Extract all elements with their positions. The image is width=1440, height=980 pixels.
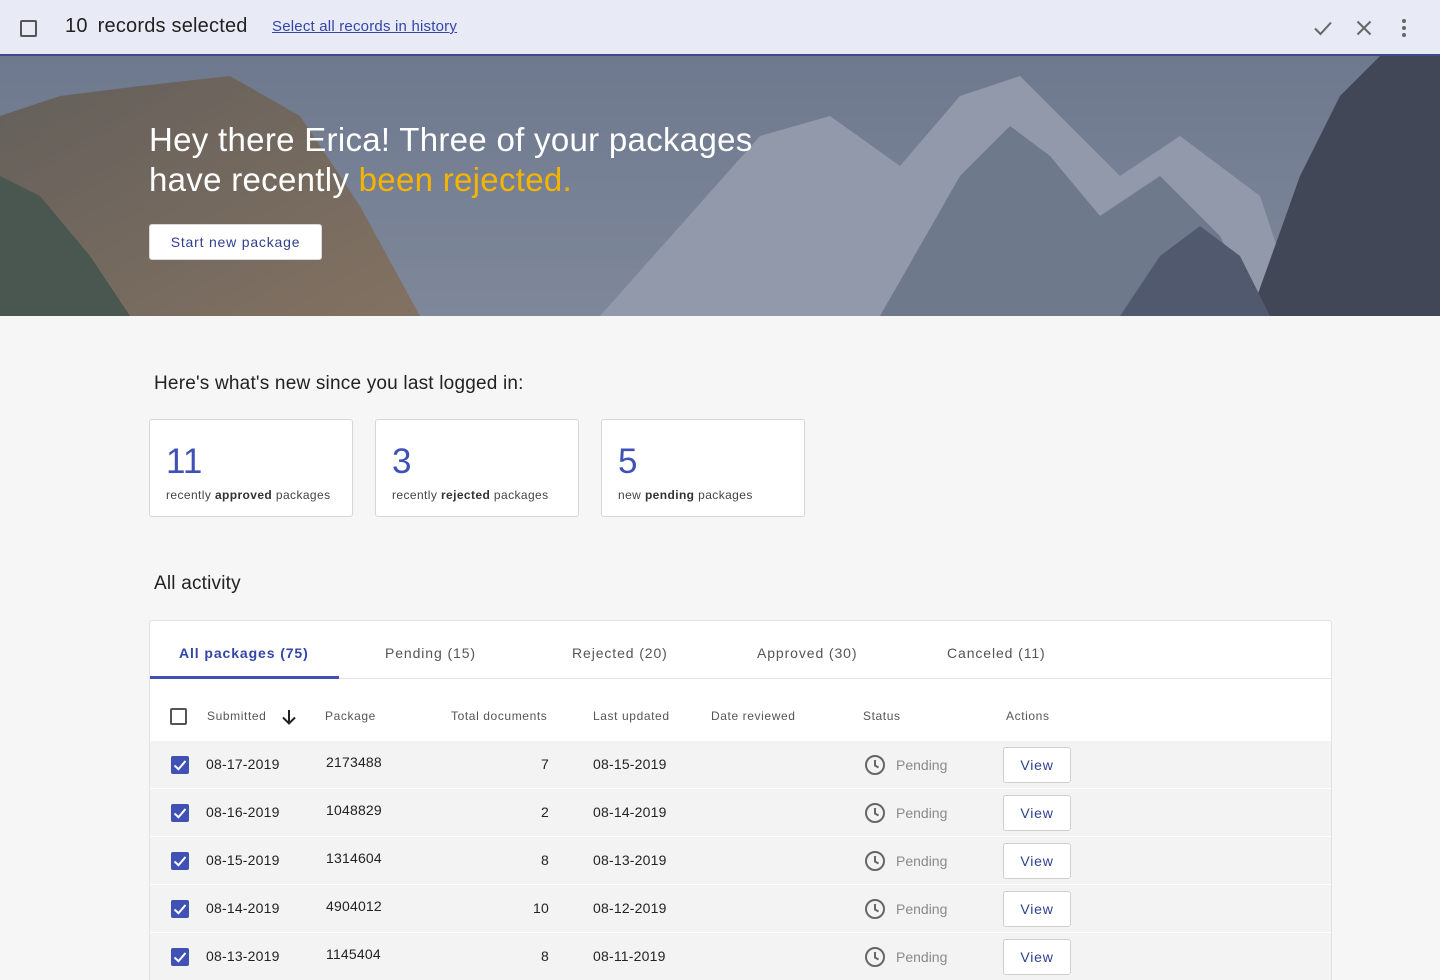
clock-icon [865, 755, 885, 775]
stat-value: 5 [618, 442, 638, 481]
last-updated-cell: 08-12-2019 [593, 900, 667, 916]
stat-card-pending: 5 new pending packages [601, 419, 805, 517]
status-text: Pending [896, 901, 948, 917]
view-button[interactable]: View [1003, 939, 1071, 975]
hero-headline-accent: been rejected. [358, 161, 573, 198]
active-tab-indicator [150, 676, 339, 679]
row-checkbox[interactable] [171, 948, 189, 966]
column-header-total-documents: Total documents [451, 709, 548, 723]
total-documents-cell: 8 [541, 948, 549, 964]
stat-label: new pending packages [618, 488, 753, 502]
tab-approved[interactable]: Approved (30) [757, 645, 857, 661]
package-cell: 1314604 [326, 850, 382, 866]
clock-icon [865, 803, 885, 823]
check-icon[interactable] [1311, 16, 1335, 40]
stat-value: 3 [392, 442, 412, 481]
tab-canceled[interactable]: Canceled (11) [947, 645, 1046, 661]
table-header: Submitted Package Total documents Last u… [150, 681, 1331, 741]
status-text: Pending [896, 757, 948, 773]
checkbox-icon [173, 952, 187, 963]
total-documents-cell: 2 [541, 804, 549, 820]
hero-headline-line2: have recently [149, 161, 359, 198]
clock-icon [865, 899, 885, 919]
close-icon[interactable] [1352, 16, 1376, 40]
table-row[interactable]: 08-16-2019 1048829 2 08-14-2019 Pending View [150, 789, 1331, 837]
status-text: Pending [896, 949, 948, 965]
column-header-package: Package [325, 709, 376, 723]
package-cell: 1145404 [326, 946, 381, 962]
stat-label: recently rejected packages [392, 488, 549, 502]
checkbox-icon [173, 904, 187, 915]
last-updated-cell: 08-15-2019 [593, 756, 667, 772]
hero-headline-line1: Hey there Erica! Three of your packages [149, 121, 753, 158]
arrow-down-icon[interactable] [279, 707, 299, 727]
checkbox-icon [173, 808, 187, 819]
view-button[interactable]: View [1003, 795, 1071, 831]
tab-rejected[interactable]: Rejected (20) [572, 645, 668, 661]
header-select-checkbox[interactable] [170, 708, 187, 725]
row-checkbox[interactable] [171, 756, 189, 774]
status-text: Pending [896, 853, 948, 869]
selected-count-label: records selected [97, 15, 248, 37]
activity-heading: All activity [154, 573, 241, 594]
news-heading: Here's what's new since you last logged … [154, 373, 524, 394]
submitted-cell: 08-13-2019 [206, 948, 280, 964]
table-row[interactable]: 08-17-2019 2173488 7 08-15-2019 Pending View [150, 741, 1331, 789]
table-row[interactable]: 08-14-2019 4904012 10 08-12-2019 Pending View [150, 885, 1331, 933]
total-documents-cell: 8 [541, 852, 549, 868]
view-button[interactable]: View [1003, 891, 1071, 927]
stat-label: recently approved packages [166, 488, 331, 502]
package-cell: 4904012 [326, 898, 382, 914]
stat-card-approved: 11 recently approved packages [149, 419, 353, 517]
table-row[interactable]: 08-15-2019 1314604 8 08-13-2019 Pending View [150, 837, 1331, 885]
hero-headline: Hey there Erica! Three of your packages … [149, 120, 849, 200]
clock-icon [865, 947, 885, 967]
selected-count: 10 [65, 15, 88, 37]
activity-tabs: All packages (75) Pending (15) Rejected … [150, 621, 1331, 679]
stat-value: 11 [166, 442, 203, 481]
submitted-cell: 08-16-2019 [206, 804, 280, 820]
tab-all-packages[interactable]: All packages (75) [179, 645, 309, 661]
start-new-package-button[interactable]: Start new package [149, 224, 322, 260]
column-header-last-updated: Last updated [593, 709, 670, 723]
row-checkbox[interactable] [171, 804, 189, 822]
last-updated-cell: 08-11-2019 [593, 948, 666, 964]
last-updated-cell: 08-13-2019 [593, 852, 667, 868]
total-documents-cell: 7 [541, 756, 549, 772]
select-all-checkbox[interactable] [20, 20, 37, 37]
submitted-cell: 08-15-2019 [206, 852, 280, 868]
view-button[interactable]: View [1003, 843, 1071, 879]
row-checkbox[interactable] [171, 900, 189, 918]
table-row[interactable]: 08-13-2019 1145404 8 08-11-2019 Pending View [150, 933, 1331, 980]
selection-count: 10 records selected [65, 15, 248, 38]
select-all-history-link[interactable]: Select all records in history [272, 18, 457, 35]
submitted-cell: 08-14-2019 [206, 900, 280, 916]
package-cell: 2173488 [326, 754, 382, 770]
clock-icon [865, 851, 885, 871]
selection-toolbar: 10 records selected Select all records in… [0, 0, 1440, 56]
submitted-cell: 08-17-2019 [206, 756, 280, 772]
tab-pending[interactable]: Pending (15) [385, 645, 476, 661]
package-cell: 1048829 [326, 802, 382, 818]
view-button[interactable]: View [1003, 747, 1071, 783]
more-vert-icon[interactable] [1392, 16, 1416, 40]
column-header-actions: Actions [1006, 709, 1050, 723]
checkbox-icon [173, 856, 187, 867]
total-documents-cell: 10 [533, 900, 549, 916]
activity-table-card: All packages (75) Pending (15) Rejected … [149, 620, 1332, 980]
checkbox-icon [173, 760, 187, 771]
column-header-submitted[interactable]: Submitted [207, 709, 266, 723]
status-text: Pending [896, 805, 948, 821]
stat-card-rejected: 3 recently rejected packages [375, 419, 579, 517]
column-header-date-reviewed: Date reviewed [711, 709, 796, 723]
last-updated-cell: 08-14-2019 [593, 804, 667, 820]
column-header-status: Status [863, 709, 901, 723]
hero-banner: Hey there Erica! Three of your packages … [0, 56, 1440, 316]
row-checkbox[interactable] [171, 852, 189, 870]
